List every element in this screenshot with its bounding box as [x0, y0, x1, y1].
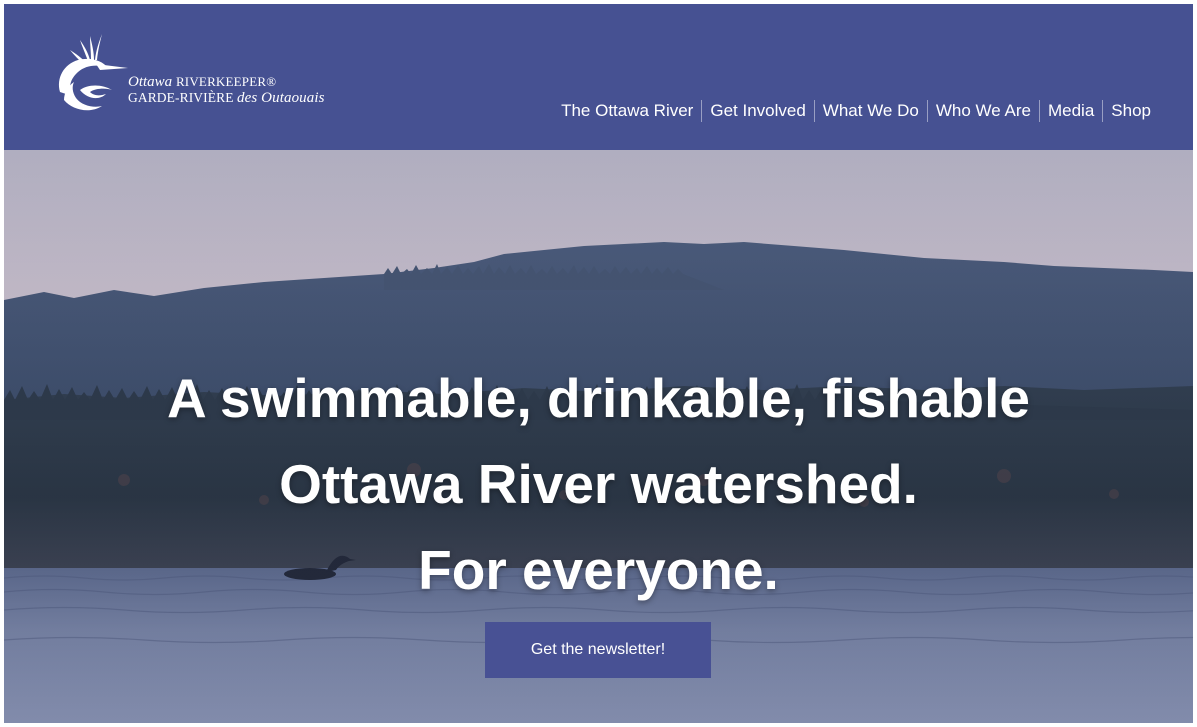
nav-item-what-we-do[interactable]: What We Do [815, 100, 927, 122]
hero-headline: A swimmable, drinkable, fishable Ottawa … [4, 355, 1193, 613]
main-nav: The Ottawa River Get Involved What We Do… [553, 100, 1151, 122]
brand-name-ottawa: Ottawa [128, 74, 173, 90]
brand-name-garde-riviere: GARDE-RIVIÈRE [128, 90, 234, 105]
site-logo[interactable]: Ottawa RIVERKEEPER® GARDE-RIVIÈRE des Ou… [50, 30, 350, 122]
page-frame: Ottawa RIVERKEEPER® GARDE-RIVIÈRE des Ou… [4, 4, 1193, 723]
hero-headline-line3: For everyone. [418, 538, 779, 601]
nav-item-shop[interactable]: Shop [1103, 100, 1151, 122]
brand-name-line2: GARDE-RIVIÈRE des Outaouais [128, 90, 325, 106]
brand-name-des-outaouais: des Outaouais [237, 90, 325, 106]
nav-item-who-we-are[interactable]: Who We Are [928, 100, 1039, 122]
heron-wave-logo-icon [58, 34, 128, 111]
brand-name: Ottawa RIVERKEEPER® GARDE-RIVIÈRE des Ou… [128, 74, 325, 106]
nav-item-the-ottawa-river[interactable]: The Ottawa River [553, 100, 701, 122]
nav-item-media[interactable]: Media [1040, 100, 1102, 122]
brand-name-riverkeeper: RIVERKEEPER® [175, 74, 277, 89]
hero-headline-line2: Ottawa River watershed. [279, 452, 918, 515]
hero-section: A swimmable, drinkable, fishable Ottawa … [4, 150, 1193, 723]
newsletter-button[interactable]: Get the newsletter! [485, 622, 711, 678]
hero-headline-line1: A swimmable, drinkable, fishable [167, 366, 1030, 429]
nav-item-get-involved[interactable]: Get Involved [702, 100, 813, 122]
brand-name-line1: Ottawa RIVERKEEPER® [128, 74, 325, 90]
site-header: Ottawa RIVERKEEPER® GARDE-RIVIÈRE des Ou… [4, 4, 1193, 150]
